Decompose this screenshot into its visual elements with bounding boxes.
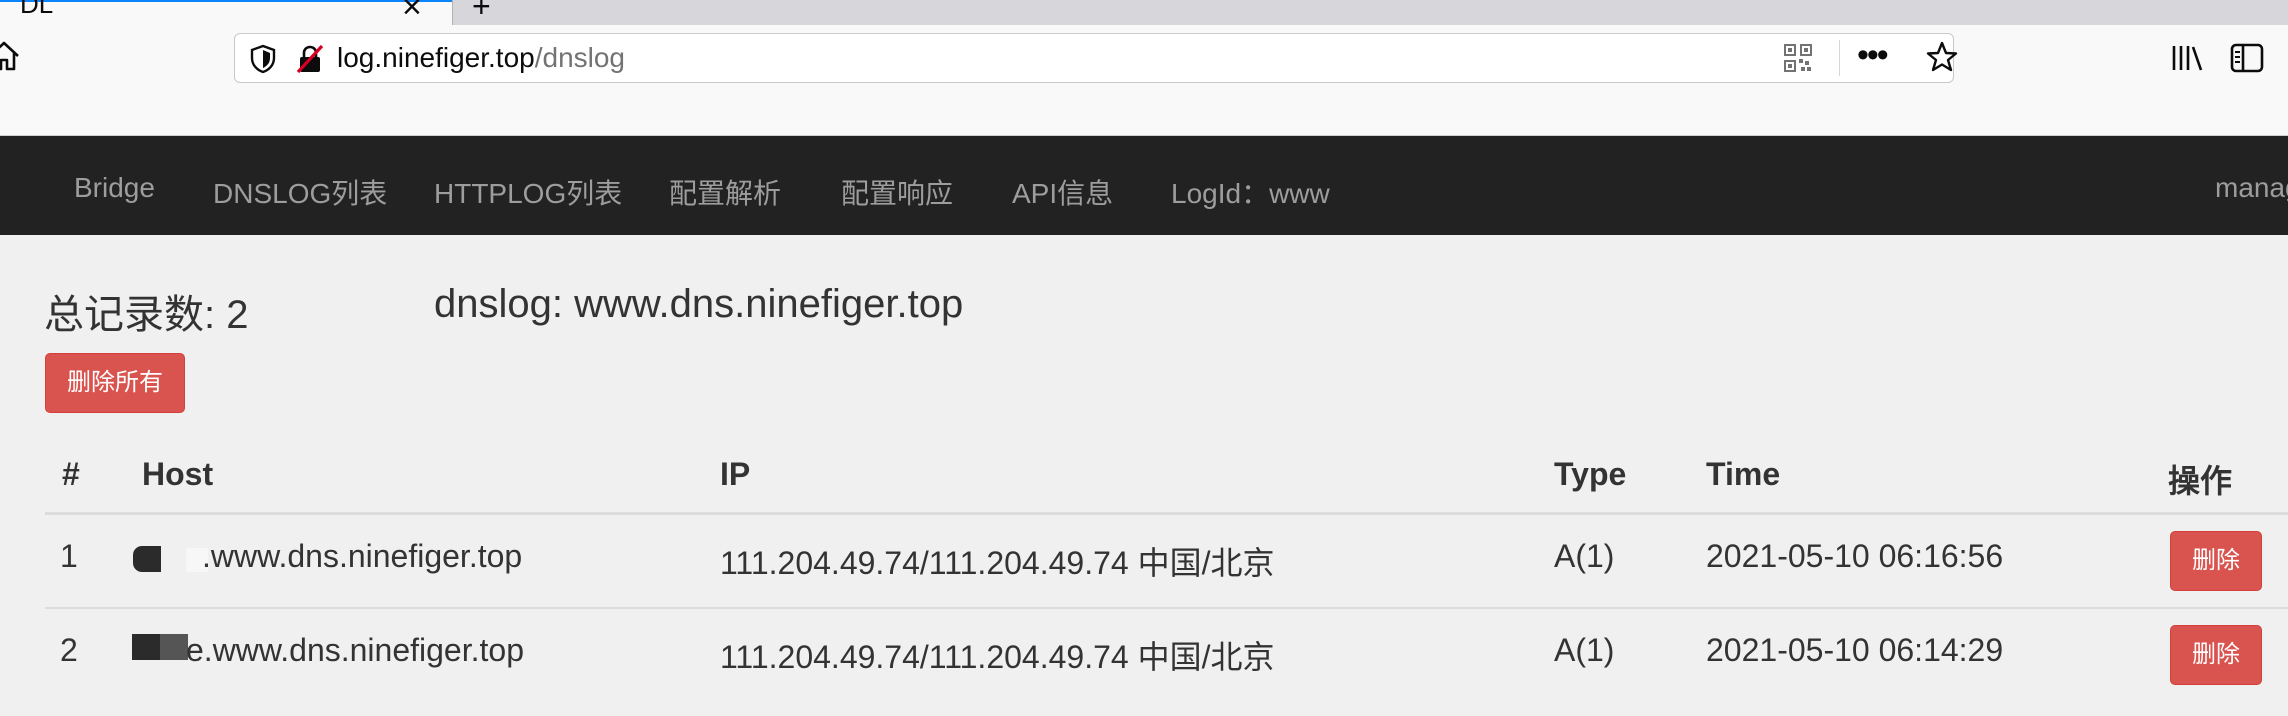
nav-dnslog-list[interactable]: DNSLOG列表 [213, 172, 387, 212]
library-icon[interactable] [2170, 42, 2204, 74]
address-bar[interactable]: log.ninefiger.top/dnslog ••• [234, 33, 1958, 83]
bookmark-star-icon[interactable] [1925, 40, 1959, 74]
top-navbar: Bridge DNSLOG列表 HTTPLOG列表 配置解析 配置响应 API信… [0, 136, 2288, 235]
new-tab-icon[interactable]: + [472, 0, 491, 25]
url-text[interactable]: log.ninefiger.top/dnslog [337, 42, 625, 74]
page-actions-more-icon[interactable]: ••• [1857, 36, 1889, 75]
col-header-time: Time [1706, 456, 1781, 492]
home-icon[interactable] [0, 38, 22, 74]
row-type: A(1) [1554, 538, 1615, 574]
col-header-type: Type [1554, 456, 1627, 492]
tab-close-icon[interactable]: × [402, 0, 422, 27]
browser-chrome: DL × + log.ninefiger.top/dnslog ••• [0, 0, 2288, 136]
row-number: 2 [60, 632, 78, 668]
col-header-number: # [62, 456, 80, 492]
sidebar-toggle-icon[interactable] [2230, 42, 2264, 74]
col-header-action: 操作 [2168, 463, 2233, 499]
delete-row-button[interactable]: 删除 [2170, 625, 2262, 685]
row-time: 2021-05-10 06:16:56 [1706, 538, 2004, 574]
col-header-ip: IP [720, 456, 751, 492]
delete-row-button[interactable]: 删除 [2170, 531, 2262, 591]
nav-bridge[interactable]: Bridge [74, 172, 155, 204]
tracking-shield-icon[interactable] [249, 44, 277, 74]
total-records: 总记录数: 2 [44, 293, 249, 337]
nav-logid[interactable]: LogId：www [1171, 172, 1330, 212]
row-time: 2021-05-10 06:14:29 [1706, 632, 2004, 668]
row-host: .www.dns.ninefiger.top [202, 538, 523, 574]
row-ip: 111.204.49.74/111.204.49.74 中国/北京 [720, 639, 1275, 675]
tab-title: DL [20, 0, 54, 19]
qr-code-icon[interactable] [1783, 43, 1813, 73]
urlbar-separator [1839, 40, 1840, 76]
nav-config-response[interactable]: 配置响应 [841, 172, 953, 212]
table-row-divider [45, 607, 2288, 609]
url-domain: log.ninefiger.top [337, 42, 535, 73]
tab-strip: DL × + [0, 0, 2288, 27]
row-host: e.www.dns.ninefiger.top [186, 632, 524, 668]
delete-all-button[interactable]: 删除所有 [45, 353, 185, 413]
browser-tab[interactable]: DL × [0, 0, 453, 27]
col-header-host: Host [142, 456, 214, 492]
redacted-host-prefix [160, 634, 188, 660]
redacted-host-prefix [133, 546, 161, 572]
nav-httplog-list[interactable]: HTTPLOG列表 [434, 172, 622, 212]
dnslog-domain: dnslog: www.dns.ninefiger.top [434, 282, 964, 326]
row-type: A(1) [1554, 632, 1615, 668]
redacted-host-prefix [132, 634, 160, 660]
insecure-lock-icon[interactable] [295, 44, 325, 74]
table-header-divider [45, 512, 2288, 515]
nav-config-resolve[interactable]: 配置解析 [669, 172, 781, 212]
row-number: 1 [60, 538, 78, 574]
row-ip: 111.204.49.74/111.204.49.74 中国/北京 [720, 545, 1275, 581]
url-path: /dnslog [534, 42, 626, 73]
nav-api-info[interactable]: API信息 [1012, 172, 1113, 212]
nav-manage[interactable]: manag [2215, 172, 2288, 204]
